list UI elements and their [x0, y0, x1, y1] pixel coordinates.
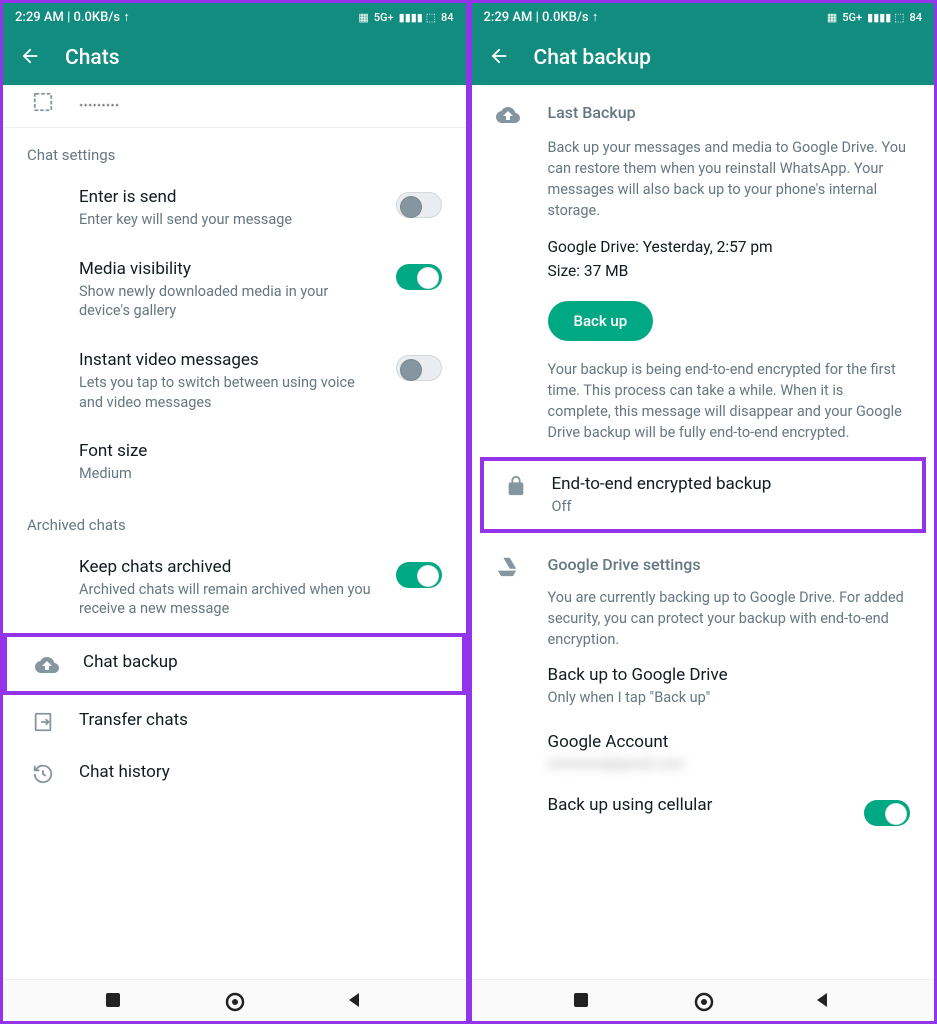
- nav-bar: [3, 979, 466, 1021]
- keep-archived-item[interactable]: Keep chats archivedArchived chats will r…: [3, 542, 466, 633]
- page-title-r: Chat backup: [534, 46, 651, 70]
- content-right[interactable]: Last Backup Back up your messages and me…: [472, 85, 935, 1021]
- gdrive-label: Google Drive settings: [548, 555, 701, 581]
- enter-send-title: Enter is send: [79, 186, 376, 208]
- wallpaper-icon: [27, 91, 59, 113]
- phone-right: 2:29 AM | 0.0KB/s ↑ ▦ 5G+ ▮▮▮▮ ⬚84 Chat …: [469, 0, 937, 1024]
- google-drive-icon: [496, 555, 528, 581]
- backup-cellular-item[interactable]: Back up using cellular: [472, 780, 935, 840]
- size-info: Size: 37 MB: [472, 259, 935, 283]
- status-bar-r: 2:29 AM | 0.0KB/s ↑ ▦ 5G+ ▮▮▮▮ ⬚84: [472, 3, 935, 31]
- chat-history-title: Chat history: [79, 761, 442, 783]
- cloud-upload-icon: [31, 653, 63, 677]
- e2e-backup-item[interactable]: End-to-end encrypted backupOff: [480, 457, 927, 533]
- enter-send-item[interactable]: Enter is sendEnter key will send your me…: [3, 172, 466, 244]
- nav-recent-icon[interactable]: [104, 991, 124, 1011]
- nav-home-icon[interactable]: [224, 991, 244, 1011]
- cloud-icon: [496, 103, 528, 131]
- drive-info: Google Drive: Yesterday, 2:57 pm: [472, 235, 935, 259]
- instant-video-toggle[interactable]: [396, 355, 442, 381]
- backup-cellular-title: Back up using cellular: [548, 794, 845, 816]
- back-icon-r[interactable]: [488, 45, 510, 71]
- gdrive-desc: You are currently backing up to Google D…: [472, 587, 935, 650]
- app-bar: Chats: [3, 31, 466, 85]
- chat-history-item[interactable]: Chat history: [3, 747, 466, 799]
- app-bar-r: Chat backup: [472, 31, 935, 85]
- keep-archived-toggle[interactable]: [396, 562, 442, 588]
- instant-video-item[interactable]: Instant video messagesLets you tap to sw…: [3, 335, 466, 426]
- font-size-title: Font size: [79, 440, 442, 462]
- media-visibility-sub: Show newly downloaded media in your devi…: [79, 282, 376, 321]
- status-bar: 2:29 AM | 0.0KB/s ↑ ▦ 5G+ ▮▮▮▮ ⬚84: [3, 3, 466, 31]
- keep-archived-title: Keep chats archived: [79, 556, 376, 578]
- enter-send-sub: Enter key will send your message: [79, 210, 376, 230]
- status-icons-r: ▦ 5G+ ▮▮▮▮ ⬚84: [827, 11, 922, 24]
- chat-backup-title: Chat backup: [83, 651, 438, 673]
- chat-backup-item[interactable]: Chat backup: [3, 633, 466, 695]
- backup-to-drive-item[interactable]: Back up to Google DriveOnly when I tap "…: [472, 650, 935, 722]
- transfer-chats-title: Transfer chats: [79, 709, 442, 731]
- e2e-title: End-to-end encrypted backup: [552, 473, 907, 495]
- last-backup-label: Last Backup: [548, 103, 636, 131]
- transfer-icon: [27, 711, 59, 733]
- media-visibility-toggle[interactable]: [396, 264, 442, 290]
- backup-button[interactable]: Back up: [548, 301, 654, 341]
- section-archived: Archived chats: [3, 498, 466, 542]
- backup-to-drive-title: Back up to Google Drive: [548, 664, 911, 686]
- enter-send-toggle[interactable]: [396, 192, 442, 218]
- status-icons: ▦ 5G+ ▮▮▮▮ ⬚84: [358, 11, 453, 24]
- section-chat-settings: Chat settings: [3, 128, 466, 172]
- font-size-item[interactable]: Font sizeMedium: [3, 426, 466, 498]
- media-visibility-title: Media visibility: [79, 258, 376, 280]
- google-account-title: Google Account: [548, 731, 911, 753]
- last-backup-desc: Back up your messages and media to Googl…: [472, 137, 935, 221]
- status-time-r: 2:29 AM | 0.0KB/s ↑: [484, 9, 599, 25]
- instant-video-title: Instant video messages: [79, 349, 376, 371]
- nav-bar-r: [472, 979, 935, 1021]
- google-account-email: someone@gmail.com: [472, 754, 935, 780]
- page-title: Chats: [65, 46, 120, 70]
- google-account-item[interactable]: Google Account: [472, 721, 935, 753]
- e2e-sub: Off: [552, 497, 907, 517]
- nav-recent-icon-r[interactable]: [572, 991, 592, 1011]
- font-size-sub: Medium: [79, 464, 442, 484]
- instant-video-sub: Lets you tap to switch between using voi…: [79, 373, 376, 412]
- encryption-progress: Your backup is being end-to-end encrypte…: [472, 359, 935, 457]
- lock-icon: [500, 475, 532, 497]
- wallpaper-item[interactable]: .........: [3, 85, 466, 128]
- nav-back-icon-r[interactable]: [813, 991, 833, 1011]
- keep-archived-sub: Archived chats will remain archived when…: [79, 580, 376, 619]
- history-icon: [27, 763, 59, 785]
- content-left[interactable]: ......... Chat settings Enter is sendEnt…: [3, 85, 466, 1021]
- phone-left: 2:29 AM | 0.0KB/s ↑ ▦ 5G+ ▮▮▮▮ ⬚84 Chats…: [0, 0, 469, 1024]
- transfer-chats-item[interactable]: Transfer chats: [3, 695, 466, 747]
- nav-home-icon-r[interactable]: [693, 991, 713, 1011]
- nav-back-icon[interactable]: [345, 991, 365, 1011]
- backup-cellular-toggle[interactable]: [864, 800, 910, 826]
- wallpaper-label: .........: [79, 91, 119, 111]
- back-icon[interactable]: [19, 45, 41, 71]
- status-time: 2:29 AM | 0.0KB/s ↑: [15, 9, 130, 25]
- backup-to-drive-sub: Only when I tap "Back up": [548, 688, 911, 708]
- media-visibility-item[interactable]: Media visibilityShow newly downloaded me…: [3, 244, 466, 335]
